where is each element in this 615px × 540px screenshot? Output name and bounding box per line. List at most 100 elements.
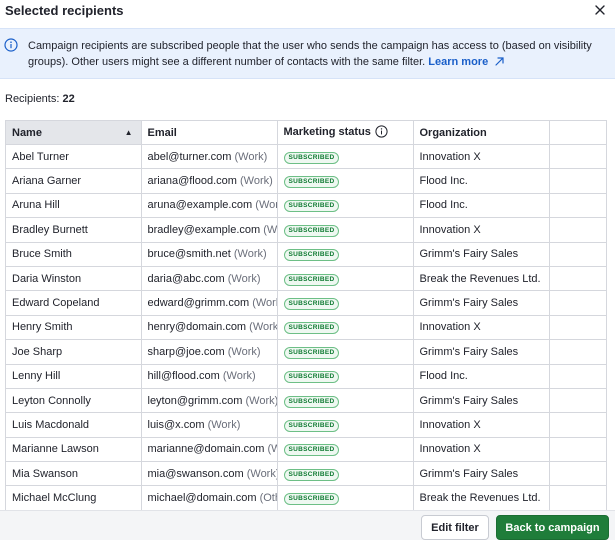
email-type: (Work) <box>240 175 273 188</box>
recipients-label: Recipients: <box>5 93 60 105</box>
column-header-marketing-status[interactable]: Marketing status <box>277 120 414 145</box>
cell-marketing-status: SUBSCRIBED <box>277 412 414 438</box>
status-badge: SUBSCRIBED <box>283 371 340 384</box>
organization-name: Innovation X <box>419 418 481 431</box>
table-header-row: Name ▲ Email Marketing status Organizatio… <box>6 120 606 145</box>
column-header-organization[interactable]: Organization <box>413 120 550 145</box>
table-row[interactable]: Leyton Connolly leyton@grimm.com (Work) SU… <box>6 388 606 414</box>
cell-marketing-status: SUBSCRIBED <box>277 168 414 194</box>
cell-email: mia@swanson.com (Work) <box>141 461 278 487</box>
cell-marketing-status: SUBSCRIBED <box>277 266 414 292</box>
email-type: (Other) <box>259 492 276 505</box>
table-row[interactable]: Aruna Hill aruna@example.com (Work) SUBSCR… <box>6 193 606 219</box>
cell-email: henry@domain.com (Work) <box>141 315 278 341</box>
contact-name: Luis Macdonald <box>12 418 90 431</box>
organization-name: Break the Revenues Ltd. <box>419 492 541 505</box>
cell-email: marianne@domain.com (Work) <box>141 437 278 463</box>
contact-email: marianne@domain.com <box>147 443 265 456</box>
column-header-label: Marketing status <box>283 125 371 138</box>
column-header-label: Email <box>147 126 177 139</box>
status-badge: SUBSCRIBED <box>283 346 340 359</box>
cell-name: Marianne Lawson <box>6 437 142 463</box>
organization-name: Flood Inc. <box>419 370 468 383</box>
back-to-campaign-button[interactable]: Back to campaign <box>496 515 609 540</box>
status-badge: SUBSCRIBED <box>283 273 340 286</box>
table-row[interactable]: Daria Winston daria@abc.com (Work) SUBSCRI… <box>6 266 606 292</box>
email-type: (Work) <box>255 199 276 212</box>
table-row[interactable]: Joe Sharp sharp@joe.com (Work) SUBSCRIBED G… <box>6 339 606 365</box>
contact-name: Joe Sharp <box>12 345 63 358</box>
status-badge: SUBSCRIBED <box>283 176 340 189</box>
column-header-label: Organization <box>419 126 487 139</box>
contact-name: Michael McClung <box>12 492 97 505</box>
email-type: (Work) <box>227 272 261 285</box>
cell-extra <box>549 485 606 510</box>
contact-name: Bradley Burnett <box>12 223 88 236</box>
cell-marketing-status: SUBSCRIBED <box>277 388 414 414</box>
cell-organization: Innovation X <box>413 144 550 170</box>
table-row[interactable]: Ariana Garner ariana@flood.com (Work) SUBS… <box>6 168 606 194</box>
cell-organization: Grimm's Fairy Sales <box>413 461 550 487</box>
status-badge: SUBSCRIBED <box>283 298 340 311</box>
column-header-email[interactable]: Email <box>141 120 278 145</box>
table-row[interactable]: Lenny Hill hill@flood.com (Work) SUBSCRIBE… <box>6 364 606 389</box>
table-row[interactable]: Mia Swanson mia@swanson.com (Work) SUBSCRI… <box>6 461 606 487</box>
column-header-label: Name <box>12 126 42 139</box>
cell-extra <box>549 144 606 170</box>
organization-name: Flood Inc. <box>419 175 468 188</box>
status-badge: SUBSCRIBED <box>283 395 340 408</box>
table-row[interactable]: Abel Turner abel@turner.com (Work) SUBSCRI… <box>6 144 606 170</box>
organization-name: Grimm's Fairy Sales <box>419 297 519 310</box>
info-message: Campaign recipients are subscribed peopl… <box>28 40 592 68</box>
table-body: Abel Turner abel@turner.com (Work) SUBSCRI… <box>6 144 606 510</box>
table-row[interactable]: Henry Smith henry@domain.com (Work) SUBSCR… <box>6 315 606 341</box>
cell-marketing-status: SUBSCRIBED <box>277 242 414 267</box>
table-row[interactable]: Edward Copeland edward@grimm.com (Work) SU… <box>6 290 606 316</box>
info-text: Campaign recipients are subscribed peopl… <box>28 38 598 72</box>
cell-organization: Innovation X <box>413 412 550 438</box>
table-row[interactable]: Michael McClung michael@domain.com (Other… <box>6 485 606 510</box>
cell-email: edward@grimm.com (Work) <box>141 290 278 316</box>
cell-name: Michael McClung <box>6 485 142 510</box>
table-row[interactable]: Luis Macdonald luis@x.com (Work) SUBSCRIBE… <box>6 412 606 438</box>
email-type: (Work) <box>245 394 277 407</box>
contact-name: Ariana Garner <box>12 175 82 188</box>
email-type: (Work) <box>207 418 241 431</box>
cell-name: Bradley Burnett <box>6 217 142 243</box>
cell-marketing-status: SUBSCRIBED <box>277 290 414 316</box>
cell-email: hill@flood.com (Work) <box>141 364 278 389</box>
table-row[interactable]: Bradley Burnett bradley@example.com (Work… <box>6 217 606 243</box>
cell-extra <box>549 315 606 341</box>
cell-extra <box>549 461 606 487</box>
cell-marketing-status: SUBSCRIBED <box>277 193 414 219</box>
close-icon[interactable] <box>592 2 608 18</box>
contact-name: Henry Smith <box>12 321 73 334</box>
contact-name: Daria Winston <box>12 272 82 285</box>
column-header-name[interactable]: Name ▲ <box>6 120 142 145</box>
cell-extra <box>549 193 606 219</box>
cell-name: Joe Sharp <box>6 339 142 365</box>
table-row[interactable]: Bruce Smith bruce@smith.net (Work) SUBSCRI… <box>6 242 606 267</box>
cell-name: Daria Winston <box>6 266 142 292</box>
help-circle-icon[interactable] <box>375 124 388 141</box>
status-badge: SUBSCRIBED <box>283 419 340 432</box>
edit-filter-button[interactable]: Edit filter <box>421 515 489 540</box>
cell-marketing-status: SUBSCRIBED <box>277 485 414 510</box>
table-row[interactable]: Marianne Lawson marianne@domain.com (Work… <box>6 437 606 463</box>
email-type: (Work) <box>227 345 261 358</box>
cell-marketing-status: SUBSCRIBED <box>277 461 414 487</box>
cell-name: Aruna Hill <box>6 193 142 219</box>
organization-name: Break the Revenues Ltd. <box>419 272 541 285</box>
contact-name: Edward Copeland <box>12 297 100 310</box>
contact-email: edward@grimm.com <box>147 297 250 310</box>
recipients-summary: Recipients: 22 <box>5 93 75 105</box>
contact-email: ariana@flood.com <box>147 175 237 188</box>
cell-extra <box>549 412 606 438</box>
contact-email: michael@domain.com <box>147 492 257 505</box>
dialog-title: Selected recipients <box>5 3 124 18</box>
cell-email: sharp@joe.com (Work) <box>141 339 278 365</box>
learn-more-link[interactable]: Learn more <box>428 56 505 68</box>
cell-marketing-status: SUBSCRIBED <box>277 364 414 389</box>
status-badge: SUBSCRIBED <box>283 200 340 213</box>
organization-name: Grimm's Fairy Sales <box>419 467 519 480</box>
